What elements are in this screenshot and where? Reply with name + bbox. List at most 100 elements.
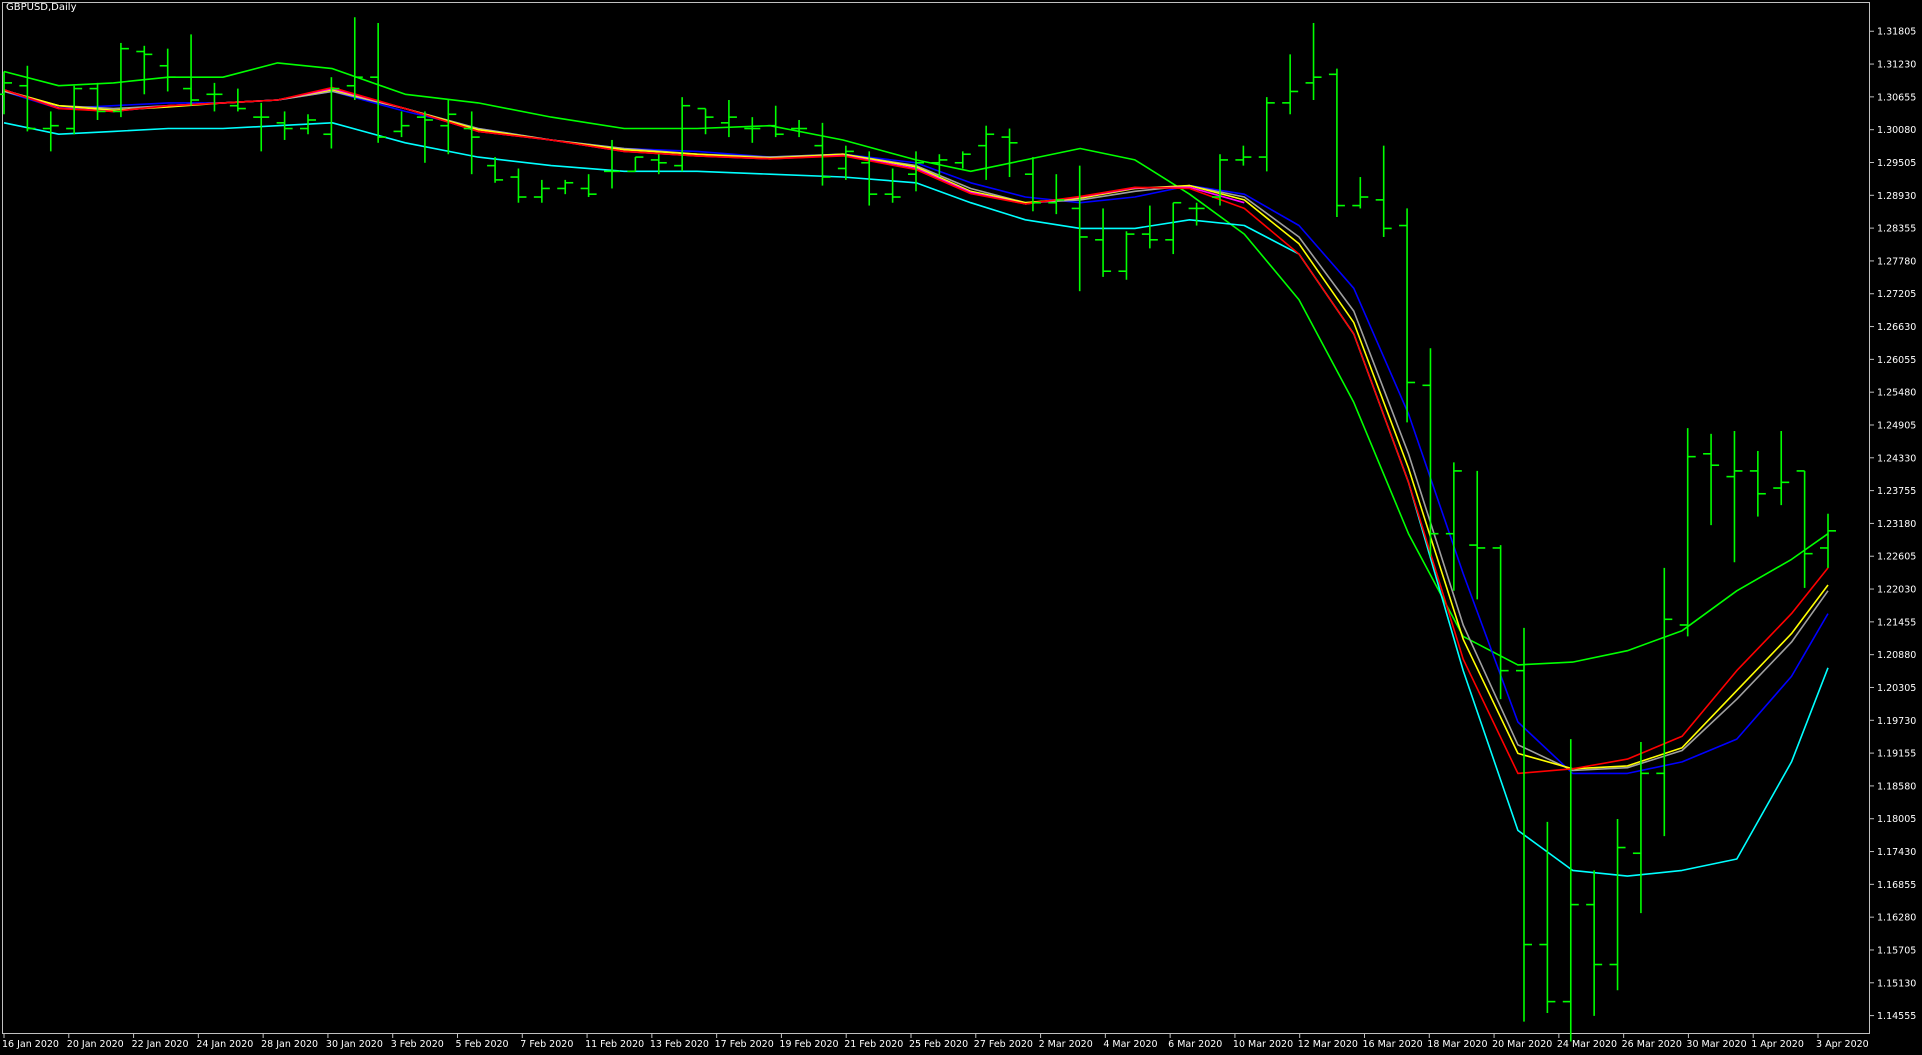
ohlc-bar <box>1656 567 1673 837</box>
time-tick-label: 3 Feb 2020 <box>391 1039 444 1050</box>
ohlc-bar <box>346 17 363 101</box>
price-tick-label: 1.24330 <box>1877 453 1916 464</box>
time-tick-label: 22 Jan 2020 <box>132 1039 189 1050</box>
ohlc-bar <box>136 45 153 95</box>
ohlc-bar <box>884 168 901 203</box>
price-tick-label: 1.23755 <box>1877 486 1916 497</box>
ohlc-bar <box>1445 462 1462 591</box>
chart-window[interactable]: GBPUSD,Daily 1.31805 1.31230 1.30655 1.3008… <box>0 0 1922 1050</box>
time-tick-label: 1 Apr 2020 <box>1751 1039 1804 1050</box>
price-tick-label: 1.27205 <box>1877 289 1916 300</box>
price-tick-label: 1.17430 <box>1877 847 1916 858</box>
price-tick-label: 1.18580 <box>1877 781 1916 792</box>
time-tick-label: 30 Mar 2020 <box>1686 1039 1746 1050</box>
ohlc-bar <box>557 179 574 195</box>
chart-title: GBPUSD,Daily <box>6 2 77 13</box>
time-tick-label: 18 Mar 2020 <box>1427 1039 1487 1050</box>
ohlc-bar <box>954 151 971 169</box>
ohlc-bar <box>393 111 410 138</box>
ohlc-bar <box>1726 430 1743 563</box>
time-tick-label: 26 Mar 2020 <box>1622 1039 1682 1050</box>
time-tick-label: 21 Feb 2020 <box>844 1039 903 1050</box>
price-tick-label: 1.28355 <box>1877 224 1916 235</box>
price-chart[interactable]: 1.31805 1.31230 1.30655 1.30080 1.29505 1.289… <box>0 0 1922 1050</box>
price-tick-label: 1.15130 <box>1877 978 1916 989</box>
ohlc-bar <box>1516 627 1532 1022</box>
ohlc-bar <box>533 179 550 203</box>
price-tick-label: 1.18005 <box>1877 814 1916 825</box>
ohlc-bar <box>1632 741 1649 914</box>
ohlc-bar <box>1399 208 1416 423</box>
price-tick-label: 1.14555 <box>1877 1011 1916 1022</box>
ohlc-bar <box>580 174 597 198</box>
price-tick-label: 1.20880 <box>1877 650 1916 661</box>
ohlc-bar <box>1492 545 1509 700</box>
time-tick-label: 19 Feb 2020 <box>779 1039 838 1050</box>
time-tick-label: 24 Jan 2020 <box>196 1039 253 1050</box>
ohlc-bar <box>229 88 246 112</box>
price-tick-label: 1.30080 <box>1877 125 1916 136</box>
time-tick-label: 6 Mar 2020 <box>1168 1039 1222 1050</box>
ohlc-bar <box>487 157 504 183</box>
price-tick-label: 1.31805 <box>1877 27 1916 38</box>
ohlc-bar <box>1258 97 1275 172</box>
time-tick-label: 17 Feb 2020 <box>715 1039 774 1050</box>
ohlc-bar <box>183 34 200 106</box>
ohlc-bar <box>1539 821 1556 1014</box>
price-tick-label: 1.26055 <box>1877 355 1916 366</box>
ohlc-bar <box>767 105 784 138</box>
indicator-line-4 <box>3 88 1829 770</box>
ohlc-bar <box>1469 470 1486 600</box>
time-tick-label: 5 Feb 2020 <box>456 1039 509 1050</box>
time-axis: 16 Jan 2020 20 Jan 2020 22 Jan 2020 24 Jan … <box>2 1033 1869 1050</box>
ohlc-bar <box>1562 739 1579 1042</box>
price-tick-label: 1.20305 <box>1877 683 1916 694</box>
ohlc-bar <box>1586 870 1603 1016</box>
price-tick-label: 1.30655 <box>1877 92 1916 103</box>
ohlc-bar <box>463 111 480 175</box>
price-axis: 1.31805 1.31230 1.30655 1.30080 1.29505 1.289… <box>1869 27 1916 1022</box>
time-tick-label: 16 Jan 2020 <box>2 1039 59 1050</box>
time-tick-label: 24 Mar 2020 <box>1557 1039 1617 1050</box>
ohlc-bar <box>159 48 176 92</box>
time-tick-label: 28 Jan 2020 <box>261 1039 318 1050</box>
ohlc-bar <box>89 82 106 120</box>
price-tick-label: 1.31230 <box>1877 60 1916 71</box>
ohlc-bar <box>791 119 808 138</box>
price-tick-label: 1.19155 <box>1877 749 1916 760</box>
price-tick-label: 1.29505 <box>1877 158 1916 169</box>
time-tick-label: 25 Feb 2020 <box>909 1039 968 1050</box>
time-tick-label: 7 Feb 2020 <box>520 1039 573 1050</box>
time-tick-label: 10 Mar 2020 <box>1233 1039 1293 1050</box>
time-tick-label: 20 Mar 2020 <box>1492 1039 1552 1050</box>
plot-frame <box>2 2 1870 1034</box>
ohlc-bar <box>1375 145 1392 237</box>
ohlc-bar <box>1095 208 1112 277</box>
ohlc-bar <box>837 145 854 180</box>
ohlc-bar <box>1235 145 1252 166</box>
price-tick-label: 1.23180 <box>1877 519 1916 530</box>
ohlc-bar <box>1048 174 1065 215</box>
ohlc-bar <box>1352 177 1369 209</box>
ohlc-bar <box>206 82 223 112</box>
ohlc-bar <box>1773 430 1790 506</box>
time-tick-label: 13 Feb 2020 <box>650 1039 709 1050</box>
ohlc-bar <box>1282 54 1299 115</box>
time-tick-label: 30 Jan 2020 <box>326 1039 383 1050</box>
ohlc-bar <box>1305 22 1322 101</box>
ohlc-bar <box>1328 68 1345 217</box>
ohlc-bar <box>1749 450 1766 517</box>
price-tick-label: 1.15705 <box>1877 945 1916 956</box>
time-tick-label: 2 Mar 2020 <box>1039 1039 1093 1050</box>
price-tick-label: 1.16855 <box>1877 880 1916 891</box>
ohlc-bar <box>697 107 714 135</box>
ohlc-bar <box>978 125 995 180</box>
ohlc-bar <box>323 77 340 149</box>
ohlc-bar <box>510 168 527 203</box>
ohlc-bar <box>1820 513 1836 568</box>
ohlc-bar <box>1422 348 1439 557</box>
time-tick-label: 11 Feb 2020 <box>585 1039 644 1050</box>
price-tick-label: 1.16280 <box>1877 913 1916 924</box>
price-tick-label: 1.21455 <box>1877 617 1916 628</box>
time-tick-label: 12 Mar 2020 <box>1298 1039 1358 1050</box>
